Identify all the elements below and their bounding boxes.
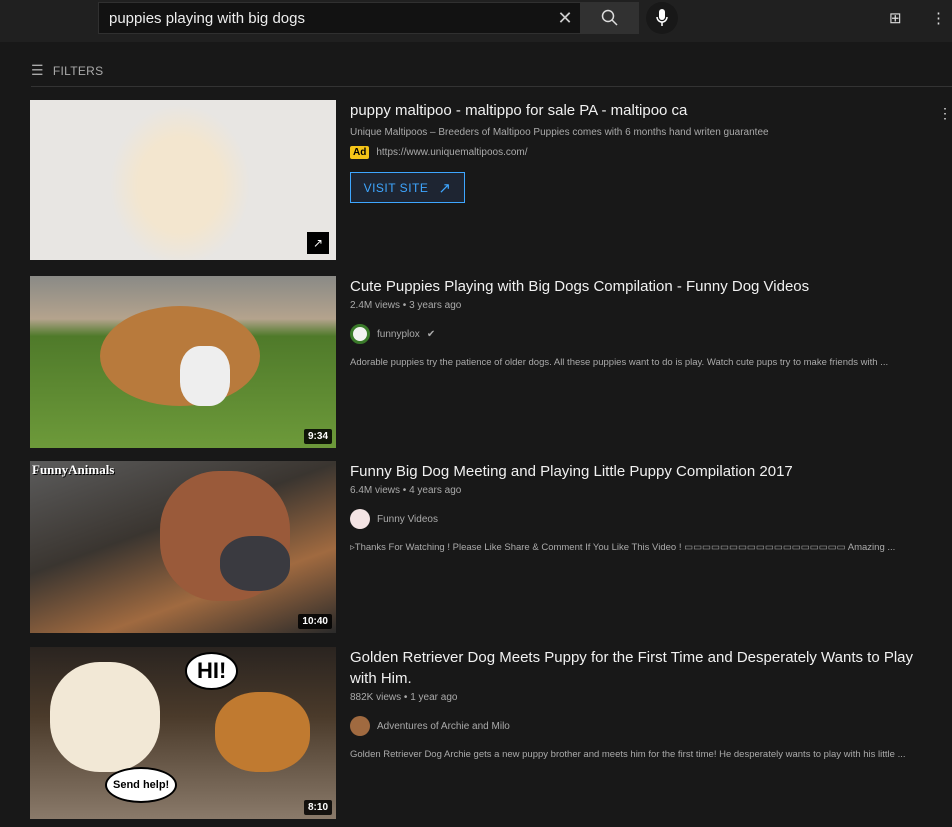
- thumbnail-text: FunnyAnimals: [32, 462, 115, 477]
- video-title[interactable]: Golden Retriever Dog Meets Puppy for the…: [350, 647, 940, 689]
- divider: [31, 86, 952, 87]
- voice-search-button[interactable]: [646, 2, 678, 34]
- channel[interactable]: Adventures of Archie and Milo: [350, 716, 940, 736]
- microphone-icon: [656, 9, 668, 26]
- duration-badge: 9:34: [303, 429, 332, 444]
- video-title[interactable]: Funny Big Dog Meeting and Playing Little…: [350, 461, 940, 482]
- video-meta: 882K views • 1 year ago: [350, 692, 458, 703]
- video-thumbnail[interactable]: FunnyAnimals 10:40: [30, 461, 336, 633]
- search-box: ✕: [98, 2, 639, 34]
- video-result[interactable]: FunnyAnimals 10:40 Funny Big Dog Meeting…: [30, 461, 952, 633]
- create-video-icon[interactable]: ⊞: [889, 9, 902, 27]
- ad-badge: Ad: [350, 146, 370, 159]
- video-result[interactable]: HI! Send help! 8:10 Golden Retriever Dog…: [30, 647, 952, 819]
- search-input[interactable]: [99, 9, 551, 27]
- channel[interactable]: funnyplox ✔: [350, 324, 940, 344]
- top-bar: ✕ ⊞ ⋮⋮: [0, 0, 952, 42]
- speech-bubble: Send help!: [105, 767, 178, 803]
- search-button[interactable]: [580, 2, 639, 34]
- video-thumbnail[interactable]: 9:34: [30, 276, 336, 448]
- duration-badge: 10:40: [298, 614, 332, 629]
- clear-search-icon[interactable]: ✕: [551, 8, 579, 29]
- external-link-icon: ↗: [438, 179, 452, 197]
- search-icon: [601, 9, 618, 26]
- ad-title[interactable]: puppy maltipoo - maltippo for sale PA - …: [350, 100, 940, 121]
- visit-site-button[interactable]: VISIT SITE ↗: [350, 172, 465, 203]
- duration-badge: 8:10: [303, 800, 332, 815]
- ad-description: Unique Maltipoos – Breeders of Maltipoo …: [350, 127, 769, 138]
- channel-avatar: [350, 509, 370, 529]
- speech-bubble: HI!: [185, 652, 239, 690]
- filter-sliders-icon: ☰: [31, 62, 44, 78]
- ad-thumbnail[interactable]: ↗: [30, 100, 336, 260]
- ad-result[interactable]: ↗ puppy maltipoo - maltippo for sale PA …: [30, 100, 952, 260]
- video-meta: 6.4M views • 4 years ago: [350, 485, 462, 496]
- verified-icon: ✔: [426, 328, 436, 340]
- apps-grid-icon[interactable]: ⋮⋮: [931, 9, 952, 27]
- video-description: Golden Retriever Dog Archie gets a new p…: [350, 749, 906, 760]
- filters-button[interactable]: ☰ FILTERS: [31, 62, 103, 79]
- video-thumbnail[interactable]: HI! Send help! 8:10: [30, 647, 336, 819]
- ad-url[interactable]: https://www.uniquemaltipoos.com/: [376, 147, 527, 158]
- channel[interactable]: Funny Videos: [350, 509, 940, 529]
- channel-avatar: [350, 324, 370, 344]
- video-title[interactable]: Cute Puppies Playing with Big Dogs Compi…: [350, 276, 940, 297]
- more-options-icon[interactable]: ⋮: [938, 105, 952, 122]
- video-result[interactable]: 9:34 Cute Puppies Playing with Big Dogs …: [30, 276, 952, 448]
- video-meta: 2.4M views • 3 years ago: [350, 300, 462, 311]
- video-description: Adorable puppies try the patience of old…: [350, 357, 889, 368]
- video-description: ▹Thanks For Watching ! Please Like Share…: [350, 542, 896, 553]
- channel-avatar: [350, 716, 370, 736]
- external-link-icon: ↗: [307, 232, 329, 254]
